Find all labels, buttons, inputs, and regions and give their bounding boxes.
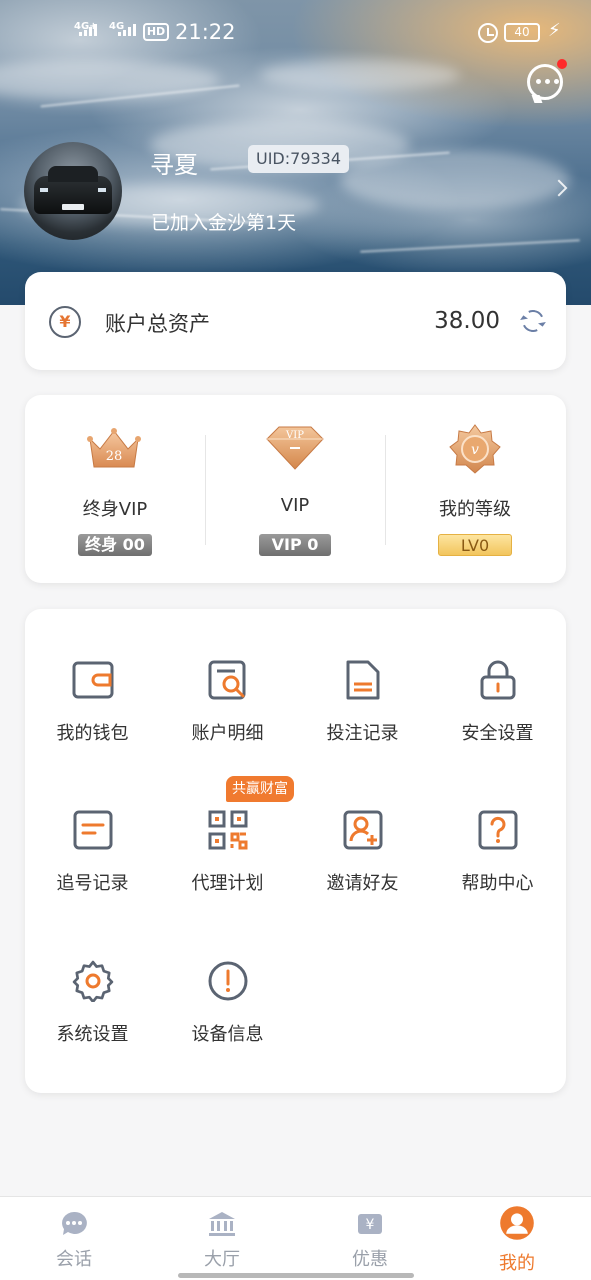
menu-label: 帮助中心 <box>461 873 534 894</box>
qr-code-icon <box>208 810 248 850</box>
assets-value: 38.00 <box>434 308 500 334</box>
assets-label: 账户总资产 <box>105 312 210 336</box>
username: 寻夏 <box>150 151 198 179</box>
alarm-icon <box>478 23 498 43</box>
lock-icon <box>480 660 516 700</box>
bank-icon <box>209 1212 235 1236</box>
menu-item-device-info[interactable]: 设备信息 <box>160 960 295 1080</box>
tab-label: 会话 <box>56 1249 92 1270</box>
menu-label: 我的钱包 <box>56 723 129 744</box>
battery-icon: 40 <box>504 23 540 42</box>
status-bar: 4G+ 4G HD 21:22 40 ⚡ <box>0 14 591 50</box>
message-icon[interactable] <box>527 64 563 100</box>
menu-item-invite-friends[interactable]: 邀请好友 <box>295 809 430 929</box>
vip-label: 终身VIP <box>82 499 148 520</box>
signal-icon <box>79 24 97 36</box>
menu-item-account-details[interactable]: 账户明细 <box>160 659 295 779</box>
menu-label: 安全设置 <box>461 723 534 744</box>
coupon-icon: ¥ <box>358 1214 382 1234</box>
hd-icon: HD <box>143 23 169 41</box>
tab-mine[interactable]: 我的 <box>443 1197 591 1280</box>
joined-days: 已加入金沙第1天 <box>151 212 297 234</box>
menu-label: 设备信息 <box>191 1024 264 1045</box>
menu-label: 系统设置 <box>56 1024 129 1045</box>
menu-label: 代理计划 <box>191 873 264 894</box>
menu-item-security[interactable]: 安全设置 <box>430 659 565 779</box>
crown-icon: 28 <box>87 428 141 468</box>
uid-badge: UID:79334 <box>248 145 350 173</box>
refresh-icon[interactable] <box>518 306 548 336</box>
menu-label: 账户明细 <box>191 723 264 744</box>
diamond-icon: VIP <box>266 426 324 470</box>
menu-item-help-center[interactable]: 帮助中心 <box>430 809 565 929</box>
clock: 21:22 <box>175 20 236 44</box>
gear-icon <box>72 960 114 1002</box>
level-label: 我的等级 <box>439 499 511 520</box>
lifetime-vip[interactable]: 28 终身VIP 终身 00 <box>25 395 205 583</box>
question-icon <box>478 810 518 850</box>
tab-promotions[interactable]: ¥ 优惠 <box>296 1197 444 1280</box>
avatar[interactable] <box>24 142 122 240</box>
account-details-icon <box>208 660 246 700</box>
vip-card: 28 终身VIP 终身 00 VIP VIP VIP 0 v 我的等级 LV0 <box>25 395 566 583</box>
tab-label: 大厅 <box>204 1249 240 1270</box>
tab-label: 优惠 <box>352 1249 388 1270</box>
menu-item-wallet[interactable]: 我的钱包 <box>25 659 160 779</box>
menu-label: 追号记录 <box>56 873 129 894</box>
signal-icon-2 <box>118 24 136 36</box>
charging-icon: ⚡ <box>548 20 561 41</box>
yuan-icon: ¥ <box>49 306 81 338</box>
user-icon <box>500 1206 534 1240</box>
vip-badge: 终身 00 <box>78 534 152 556</box>
menu-item-system-settings[interactable]: 系统设置 <box>25 960 160 1080</box>
menu-label: 邀请好友 <box>326 873 399 894</box>
menu-item-chase-records[interactable]: 追号记录 <box>25 809 160 929</box>
account-assets-card[interactable]: ¥ 账户总资产 38.00 <box>25 272 566 370</box>
svg-text:v: v <box>471 442 479 458</box>
tab-chat[interactable]: 会话 <box>0 1197 148 1280</box>
menu-card: 我的钱包 账户明细 投注记录 安全设置 追号记录 代理计划 邀请好友 帮助中心 … <box>25 609 566 1093</box>
tab-label: 我的 <box>499 1253 535 1274</box>
info-icon <box>208 961 248 1001</box>
vip-badge: VIP 0 <box>259 534 331 556</box>
list-icon <box>73 810 113 850</box>
menu-item-agent-plan[interactable]: 代理计划 <box>160 809 295 929</box>
notification-dot <box>557 59 567 69</box>
svg-text:¥: ¥ <box>366 1217 375 1233</box>
bottom-tab-bar: 会话 大厅 ¥ 优惠 我的 <box>0 1196 591 1280</box>
chat-icon <box>62 1211 87 1235</box>
my-level[interactable]: v 我的等级 LV0 <box>385 395 565 583</box>
crown-number: 28 <box>106 449 123 464</box>
document-icon <box>346 660 380 700</box>
add-user-icon <box>343 810 383 850</box>
promo-tag: 共赢财富 <box>226 776 294 802</box>
tab-lobby[interactable]: 大厅 <box>148 1197 296 1280</box>
home-indicator <box>178 1273 414 1278</box>
vip[interactable]: VIP VIP VIP 0 <box>205 395 385 583</box>
level-badge: LV0 <box>438 534 512 556</box>
menu-item-bet-records[interactable]: 投注记录 <box>295 659 430 779</box>
vip-label: VIP <box>280 495 310 516</box>
medal-icon: v <box>449 424 501 474</box>
wallet-icon <box>72 661 114 699</box>
menu-label: 投注记录 <box>326 723 399 744</box>
svg-text:VIP: VIP <box>285 430 304 441</box>
